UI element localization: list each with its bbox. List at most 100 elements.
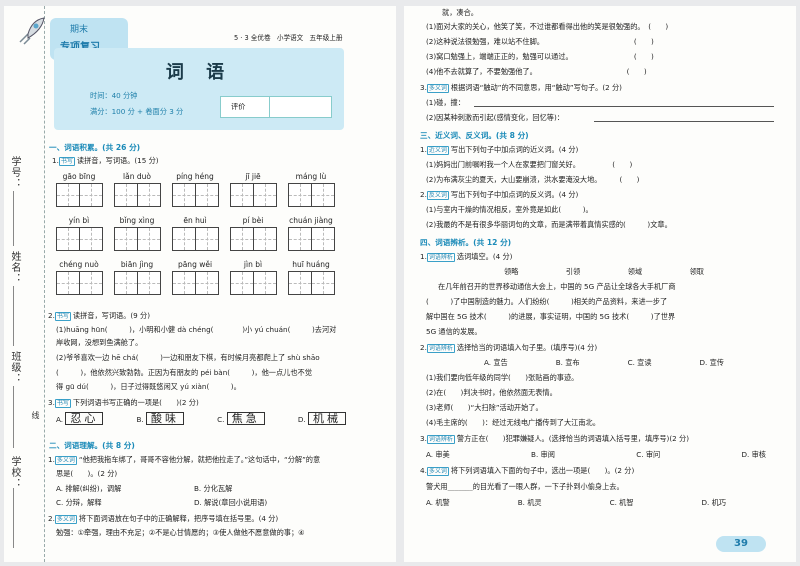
grid-cell[interactable] (196, 271, 219, 295)
q3-option-d[interactable]: D. 机械 (298, 412, 346, 425)
right-page: 就，凑合。 (1)面对大家的关心，他笑了笑，不过谁都看得出他的笑是很勉强的。 (… (404, 6, 796, 562)
p2-item2: (2)在( )判决书时，他依然面无表情。 (426, 388, 557, 397)
tag-synonym: 近义词 (426, 146, 449, 155)
r-q3-a: (1)碰，撞： (426, 98, 465, 107)
r-question-s3-1: 1. 近义词 写出下列句子中加点词的近义词。(4 分) (420, 145, 579, 155)
q4-option-d[interactable]: D. 解说(章回小说用语) (194, 498, 267, 507)
binding-margin: 学号： 姓名： 班级： 学校： 线 (4, 6, 45, 562)
grid-cell[interactable] (172, 183, 196, 207)
q4-line2: 思是( )。(2 分) (56, 469, 118, 478)
choice-1: 领略 (504, 267, 519, 276)
class-write-line[interactable] (13, 386, 14, 448)
cut-line-label: 线 (31, 411, 40, 420)
page-number: 39 (734, 538, 748, 549)
question-5-number: 2. (48, 514, 55, 523)
writing-grid[interactable] (114, 227, 161, 251)
r-s4-q4-text: 将下列词语填入下面的句子中，选出一项是( )。(2 分) (450, 466, 635, 475)
question-4: 1. 多义词 “他把我拖车绑了，哥哥不容他分解，就把他拉走了。”这句话中，“分解”的… (48, 455, 320, 465)
q3-option-a-word: 忍心 (65, 412, 104, 425)
grid-cell[interactable] (254, 271, 277, 295)
grid-cell[interactable] (56, 227, 80, 251)
writing-grid[interactable] (230, 271, 277, 295)
grid-cell[interactable] (312, 183, 335, 207)
writing-grid[interactable] (288, 271, 335, 295)
grid-cell[interactable] (230, 271, 254, 295)
grid-cell[interactable] (80, 227, 103, 251)
p4-option-a[interactable]: A. 机警 (426, 498, 450, 507)
p2-option-d[interactable]: D. 宣传 (700, 358, 724, 367)
grid-cell[interactable] (254, 227, 277, 251)
full-score: 满分：100 分 + 卷面分 3 分 (90, 107, 184, 116)
grid-cell[interactable] (114, 271, 138, 295)
pinyin-label: chéng nuò (59, 260, 99, 269)
q4-option-b[interactable]: B. 分化瓦解 (194, 484, 232, 493)
writing-grid[interactable] (172, 227, 219, 251)
class-label: 班级： (9, 351, 20, 384)
r-s3-q1-b: (2)为布满灰尘的夏天，大山要崩溃，洪水要淹没大地。 ( ) (426, 175, 640, 184)
writing-grid[interactable] (230, 227, 277, 251)
p2-option-a[interactable]: A. 宣告 (484, 358, 508, 367)
evaluation-box[interactable]: 评价 (220, 96, 332, 118)
writing-grid[interactable] (114, 183, 161, 207)
p3-option-c[interactable]: C. 审问 (636, 450, 660, 459)
writing-grid[interactable] (288, 183, 335, 207)
grid-cell[interactable] (196, 227, 219, 251)
grid-cell[interactable] (312, 271, 335, 295)
p2-option-c[interactable]: C. 宣读 (628, 358, 652, 367)
r-q3-b-answer-line[interactable] (594, 121, 774, 122)
grid-cell[interactable] (230, 183, 254, 207)
grid-cell[interactable] (288, 183, 312, 207)
writing-grid[interactable] (56, 183, 103, 207)
pinyin-label: jìn bì (243, 260, 263, 269)
p4-option-b[interactable]: B. 机灵 (518, 498, 542, 507)
name-write-line[interactable] (13, 286, 14, 346)
id-write-line[interactable] (13, 191, 14, 246)
grid-cell[interactable] (114, 183, 138, 207)
grid-cell[interactable] (288, 271, 312, 295)
evaluation-label: 评价 (231, 102, 246, 111)
p3-option-d[interactable]: D. 审核 (742, 450, 766, 459)
grid-cell[interactable] (56, 183, 80, 207)
grid-cell[interactable] (138, 271, 161, 295)
grid-cell[interactable] (172, 227, 196, 251)
pinyin-label: píng héng (176, 172, 214, 181)
grid-cell[interactable] (196, 183, 219, 207)
writing-grid[interactable] (114, 271, 161, 295)
grid-cell[interactable] (288, 227, 312, 251)
q4-option-c[interactable]: C. 分辩，解释 (56, 498, 102, 507)
grid-cell[interactable] (138, 227, 161, 251)
p2-option-b[interactable]: B. 宣布 (556, 358, 580, 367)
grid-cell[interactable] (312, 227, 335, 251)
word-choices: 领略 引领 领域 领取 (504, 267, 704, 276)
grid-cell[interactable] (230, 227, 254, 251)
r-q3-a-answer-line[interactable] (474, 106, 774, 107)
grid-cell[interactable] (254, 183, 277, 207)
p4-option-d[interactable]: D. 机巧 (702, 498, 726, 507)
p4-option-c[interactable]: C. 机智 (610, 498, 634, 507)
r-s3-q2-text: 写出下列句子中加点词的反义词。(4 分) (450, 190, 579, 199)
p3-option-a[interactable]: A. 审美 (426, 450, 450, 459)
grid-cell[interactable] (172, 271, 196, 295)
question-2-text: 读拼音，写词语。(9 分) (72, 311, 151, 320)
q4-option-a[interactable]: A. 排解(纠纷)，调解 (56, 484, 121, 493)
school-write-line[interactable] (13, 488, 14, 548)
writing-grid[interactable] (230, 183, 277, 207)
grid-cell[interactable] (138, 183, 161, 207)
q3-option-c[interactable]: C. 焦急 (217, 412, 265, 425)
grid-cell[interactable] (56, 271, 80, 295)
tag-writing: 书写 (58, 157, 75, 166)
writing-grid[interactable] (172, 183, 219, 207)
grid-cell[interactable] (80, 183, 103, 207)
choice-4: 领取 (689, 267, 704, 276)
writing-grid[interactable] (288, 227, 335, 251)
grid-cell[interactable] (80, 271, 103, 295)
p3-option-b[interactable]: B. 审阅 (531, 450, 555, 459)
q3-option-a[interactable]: A. 忍心 (56, 412, 104, 425)
para-line4: 5G 通信的发展。 (426, 327, 482, 336)
writing-grid[interactable] (56, 271, 103, 295)
writing-grid[interactable] (172, 271, 219, 295)
q3-option-b[interactable]: B. 酸味 (137, 412, 185, 425)
grid-cell[interactable] (114, 227, 138, 251)
q2-line3: (2)爷爷喜欢一边 hē chá( )一边和朋友下棋，有时候月亮都爬上了 shù… (56, 353, 320, 362)
writing-grid[interactable] (56, 227, 103, 251)
